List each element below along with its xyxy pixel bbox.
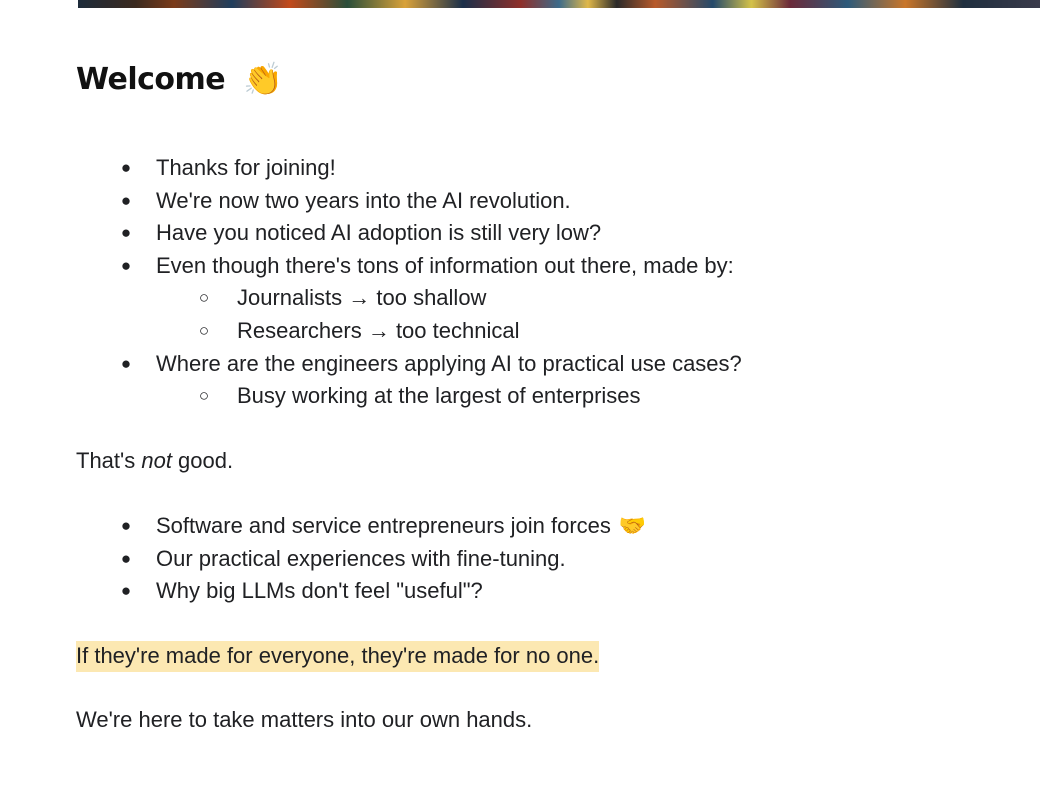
hollow-bullet-icon: ○ bbox=[198, 320, 210, 340]
sub-list-item: ○ Busy working at the largest of enterpr… bbox=[76, 380, 742, 413]
list-item-text: We're now two years into the AI revoluti… bbox=[156, 187, 571, 213]
list-item: ● Where are the engineers applying AI to… bbox=[76, 348, 742, 381]
bullet-icon: ● bbox=[120, 353, 132, 373]
list-item-text: Researchers → too technical bbox=[237, 317, 520, 343]
bullet-icon: ● bbox=[120, 255, 132, 275]
list-item: ● Our practical experiences with fine-tu… bbox=[76, 543, 646, 576]
list-item-text: Even though there's tons of information … bbox=[156, 252, 734, 278]
statement-emphasis: not bbox=[141, 448, 172, 473]
list-item-text: Software and service entrepreneurs join … bbox=[156, 513, 611, 538]
handshake-icon: 🤝 bbox=[618, 513, 647, 538]
closing-paragraph: We're here to take matters into our own … bbox=[76, 704, 532, 736]
list-item: ● Software and service entrepreneurs joi… bbox=[76, 510, 646, 543]
list-item-text: Journalists → too shallow bbox=[237, 285, 487, 311]
list-item: ● Thanks for joining! bbox=[76, 152, 742, 185]
statement-text: That's bbox=[76, 448, 142, 473]
hollow-bullet-icon: ○ bbox=[198, 386, 210, 406]
header-banner-image bbox=[78, 0, 1040, 8]
highlighted-paragraph: If they're made for everyone, they're ma… bbox=[76, 640, 600, 672]
statement-text-end: good. bbox=[171, 448, 234, 473]
list-item: ● We're now two years into the AI revolu… bbox=[76, 185, 742, 218]
list-item-text: Busy working at the largest of enterpris… bbox=[237, 383, 641, 409]
list-item-text: Why big LLMs don't feel "useful"? bbox=[156, 578, 483, 604]
list-item-text: Where are the engineers applying AI to p… bbox=[156, 350, 742, 376]
list-item-text: Have you noticed AI adoption is still ve… bbox=[156, 220, 602, 246]
closing-text: We're here to take matters into our own … bbox=[76, 707, 533, 732]
bullet-icon: ● bbox=[120, 190, 132, 210]
list-item: ● Even though there's tons of informatio… bbox=[76, 250, 742, 283]
list-item: ● Why big LLMs don't feel "useful"? bbox=[76, 575, 646, 608]
list-item-text: Thanks for joining! bbox=[156, 155, 336, 180]
intro-list: ● Thanks for joining! ● We're now two ye… bbox=[76, 152, 742, 413]
bullet-icon: ● bbox=[120, 581, 132, 601]
hollow-bullet-icon: ○ bbox=[198, 288, 210, 308]
list-item: ● Have you noticed AI adoption is still … bbox=[76, 217, 742, 250]
bullet-icon: ● bbox=[120, 548, 132, 568]
topics-list: ● Software and service entrepreneurs joi… bbox=[76, 510, 646, 608]
bullet-icon: ● bbox=[120, 516, 132, 535]
list-item-text: Our practical experiences with fine-tuni… bbox=[156, 545, 566, 571]
sub-list-item: ○ Researchers → too technical bbox=[76, 315, 742, 348]
title-text: Welcome bbox=[76, 61, 226, 97]
bullet-icon: ● bbox=[120, 223, 132, 243]
sub-list-item: ○ Journalists → too shallow bbox=[76, 282, 742, 315]
highlighted-text: If they're made for everyone, they're ma… bbox=[76, 641, 600, 672]
clapping-hands-icon: 👏 bbox=[243, 60, 283, 98]
statement-paragraph: That's not good. bbox=[76, 445, 233, 477]
page-title: Welcome 👏 bbox=[76, 60, 283, 98]
bullet-icon: ● bbox=[120, 158, 132, 177]
